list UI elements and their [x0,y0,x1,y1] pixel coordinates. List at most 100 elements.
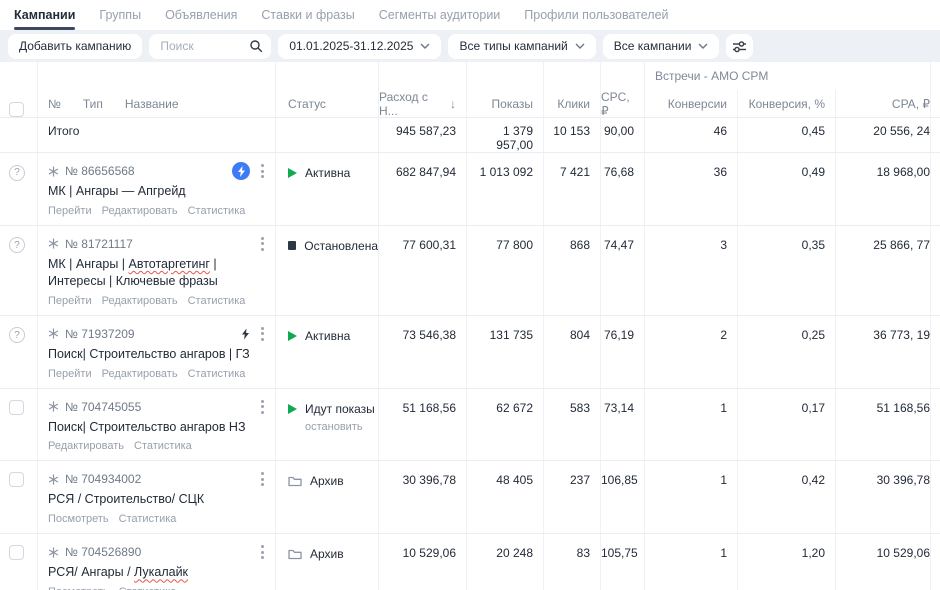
cpc-cell: 76,19 [600,316,644,388]
row-action-link[interactable]: Редактировать [102,368,178,380]
column-header-conversions[interactable]: Конверсии [644,90,737,118]
boost-bolt-badge-icon[interactable] [232,162,250,180]
column-header-type[interactable]: Тип [83,97,103,111]
cpc-cell: 73,14 [600,389,644,461]
row-action-link[interactable]: Посмотреть [48,586,109,590]
row-actions: Посмотреть Статистика [48,513,269,525]
column-header-num[interactable]: № [48,97,61,111]
column-header-cpa[interactable]: CPA, ₽ [835,90,940,118]
table-body: ? № 86656568 МК | Ангары — Апгрейд Перей… [0,153,940,590]
status-label: Активна [305,329,350,343]
conv-rate-cell: 0,49 [737,153,835,225]
conv-rate-cell: 1,20 [737,534,835,590]
tab-ads[interactable]: Объявления [165,1,237,30]
campaign-type-select[interactable]: Все типы кампаний [448,34,595,59]
kebab-menu-icon[interactable] [256,162,269,180]
column-header-cpc[interactable]: CPC, ₽ [600,90,644,118]
shows-cell: 131 735 [466,316,543,388]
cost-cell: 10 529,06 [378,534,466,590]
cpa-cell: 51 168,56 [835,389,940,461]
campaign-cell: № 81721117 МК | Ангары | Автотаргетинг |… [37,226,275,315]
conv-rate-cell: 0,17 [737,389,835,461]
row-action-link[interactable]: Статистика [119,513,177,525]
conversions-cell: 1 [644,389,737,461]
row-action-link[interactable]: Перейти [48,205,92,217]
search-icon [249,39,263,53]
conversions-cell: 2 [644,316,737,388]
campaign-number: № 704934002 [65,472,141,486]
row-left-cell: ? [0,226,37,315]
chevron-down-icon [698,43,708,49]
column-header-name[interactable]: Название [125,97,179,111]
date-range-value: 01.01.2025-31.12.2025 [289,39,413,53]
totals-conversions: 46 [644,118,737,152]
cpc-cell: 105,75 [600,534,644,590]
tab-campaigns[interactable]: Кампании [14,1,75,30]
add-campaign-button[interactable]: Добавить кампанию [8,34,142,59]
column-header-clicks[interactable]: Клики [543,90,600,118]
help-icon[interactable]: ? [9,165,25,181]
row-action-link[interactable]: Перейти [48,368,92,380]
clicks-cell: 7 421 [543,153,600,225]
campaign-number: № 81721117 [65,237,133,251]
row-left-cell: ? [0,316,37,388]
cost-cell: 73 546,38 [378,316,466,388]
campaigns-table: Встречи - AMO CPM № Тип Название Статус … [0,62,940,590]
row-action-link[interactable]: Статистика [188,205,246,217]
chevron-down-icon [420,43,430,49]
row-action-link[interactable]: Редактировать [102,295,178,307]
row-action-link[interactable]: Редактировать [102,205,178,217]
column-header-conv-rate[interactable]: Конверсия, % [737,90,835,118]
kebab-menu-icon[interactable] [256,398,269,416]
row-action-link[interactable]: Статистика [134,440,192,452]
row-left-cell: ? [0,389,37,461]
column-header-status[interactable]: Статус [275,90,378,118]
row-checkbox[interactable] [9,472,24,487]
scrollbar-track[interactable] [930,62,931,590]
clicks-cell: 868 [543,226,600,315]
bolt-icon[interactable] [241,328,250,340]
status-label: Идут показы [305,402,375,416]
cpc-cell: 106,85 [600,461,644,533]
play-icon [288,404,297,414]
filter-settings-button[interactable] [726,34,753,59]
campaign-type-icon [48,328,59,339]
row-actions: Перейти Редактировать Статистика [48,368,269,380]
row-checkbox[interactable] [9,400,24,415]
column-header-row: № Тип Название Статус Расход с Н... ↓ По… [0,90,940,118]
column-header-cost[interactable]: Расход с Н... ↓ [378,90,466,118]
row-checkbox[interactable] [9,545,24,560]
campaign-type-icon [48,238,59,249]
stop-icon [288,241,296,250]
kebab-menu-icon[interactable] [256,235,269,253]
status-cell: Активна [275,153,378,225]
tab-audience-segments[interactable]: Сегменты аудитории [379,1,501,30]
column-header-shows[interactable]: Показы [466,90,543,118]
row-action-link[interactable]: Посмотреть [48,513,109,525]
row-action-link[interactable]: Статистика [119,586,177,590]
row-action-link[interactable]: Статистика [188,295,246,307]
tab-bids-phrases[interactable]: Ставки и фразы [261,1,354,30]
kebab-menu-icon[interactable] [256,470,269,488]
status-cell: Архив [275,461,378,533]
kebab-menu-icon[interactable] [256,325,269,343]
campaign-filter-select[interactable]: Все кампании [603,34,720,59]
campaign-name: Поиск| Строительство ангаров НЗ [48,419,269,436]
row-action-link[interactable]: Статистика [188,368,246,380]
date-range-select[interactable]: 01.01.2025-31.12.2025 [278,34,441,59]
row-action-link[interactable]: Редактировать [48,440,124,452]
stop-campaign-link[interactable]: остановить [305,421,378,433]
select-all-checkbox[interactable] [9,102,24,117]
tab-user-profiles[interactable]: Профили пользователей [524,1,668,30]
search-box[interactable] [149,34,271,59]
top-tabbar: Кампании Группы Объявления Ставки и фраз… [0,0,940,30]
search-input[interactable] [160,39,246,53]
campaign-type-icon [48,474,59,485]
kebab-menu-icon[interactable] [256,543,269,561]
totals-shows: 1 379 957,00 [466,118,543,152]
tab-groups[interactable]: Группы [99,1,141,30]
help-icon[interactable]: ? [9,237,25,253]
campaign-type-value: Все типы кампаний [459,39,567,53]
help-icon[interactable]: ? [9,327,25,343]
row-action-link[interactable]: Перейти [48,295,92,307]
